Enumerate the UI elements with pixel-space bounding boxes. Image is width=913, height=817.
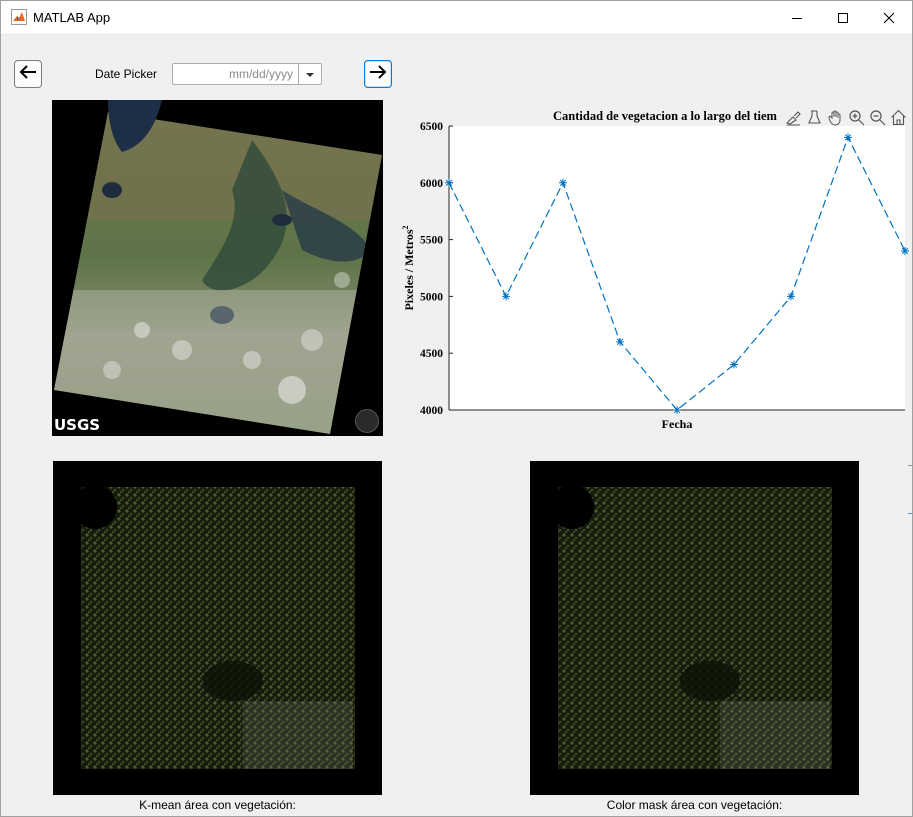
satellite-image-panel: USGS xyxy=(52,100,383,436)
data-point-marker xyxy=(787,292,795,301)
date-picker-label: Date Picker xyxy=(95,67,158,81)
satellite-image xyxy=(54,100,382,434)
chevron-down-icon xyxy=(305,65,315,83)
kmean-image xyxy=(73,485,355,769)
y-tick-label: 6500 xyxy=(420,121,443,133)
kmean-caption: K-mean área con vegetación: xyxy=(139,798,296,812)
y-tick-label: 5000 xyxy=(420,291,443,303)
y-tick-label: 6000 xyxy=(420,178,443,190)
forward-button[interactable] xyxy=(364,60,392,88)
zoom-in-icon[interactable] xyxy=(847,108,866,127)
data-tips-icon[interactable] xyxy=(805,108,824,127)
title-bar: MATLAB App xyxy=(1,1,912,34)
kmean-image-panel xyxy=(53,461,382,795)
zoom-out-icon[interactable] xyxy=(868,108,887,127)
minimize-button[interactable] xyxy=(774,1,820,34)
title-divider xyxy=(1,34,912,35)
home-icon[interactable] xyxy=(889,108,908,127)
date-picker-dropdown[interactable] xyxy=(298,64,321,84)
data-point-marker xyxy=(616,337,624,346)
y-ticks: 4000 4500 5000 5500 6000 6500 xyxy=(420,121,453,417)
edge-divider-accent xyxy=(908,513,912,514)
date-picker-field[interactable]: mm/dd/yyyy xyxy=(172,63,322,85)
colormask-image xyxy=(550,485,832,769)
edge-divider xyxy=(908,465,912,466)
arrow-right-icon xyxy=(368,64,388,85)
close-button[interactable] xyxy=(866,1,912,34)
nasa-logo xyxy=(355,409,379,433)
pan-hand-icon[interactable] xyxy=(826,108,845,127)
colormask-caption: Color mask área con vegetación: xyxy=(606,798,783,812)
app-window: MATLAB App Date Picker mm/dd/yyyy USGS C… xyxy=(0,0,913,817)
chart-title: Cantidad de vegetacion a lo largo del ti… xyxy=(553,109,778,123)
arrow-left-icon xyxy=(18,64,38,85)
colormask-image-panel xyxy=(530,461,859,795)
x-axis-label: Fecha xyxy=(662,417,693,431)
window-title: MATLAB App xyxy=(33,10,111,25)
back-button[interactable] xyxy=(14,60,42,88)
y-axis-label-superscript: 2 xyxy=(401,225,410,229)
data-point-marker xyxy=(559,178,567,187)
axes-toolbar xyxy=(784,108,908,128)
brush-icon[interactable] xyxy=(784,108,803,127)
usgs-logo: USGS xyxy=(54,416,101,434)
data-point-marker xyxy=(673,406,681,414)
matlab-logo-icon xyxy=(11,9,27,25)
y-tick-label: 4000 xyxy=(420,405,443,417)
date-picker-placeholder: mm/dd/yyyy xyxy=(228,67,293,81)
data-point-marker xyxy=(730,360,738,369)
data-point-marker xyxy=(445,178,453,187)
vegetation-chart[interactable]: Cantidad de vegetacion a lo largo del ti… xyxy=(391,101,911,441)
y-axis-label: Pixeles / Metros2 xyxy=(401,225,416,310)
y-axis-label-text: Pixeles / Metros xyxy=(402,229,416,310)
y-tick-label: 5500 xyxy=(420,235,443,247)
data-point-marker xyxy=(502,292,510,301)
y-tick-label: 4500 xyxy=(420,348,443,360)
maximize-button[interactable] xyxy=(820,1,866,34)
